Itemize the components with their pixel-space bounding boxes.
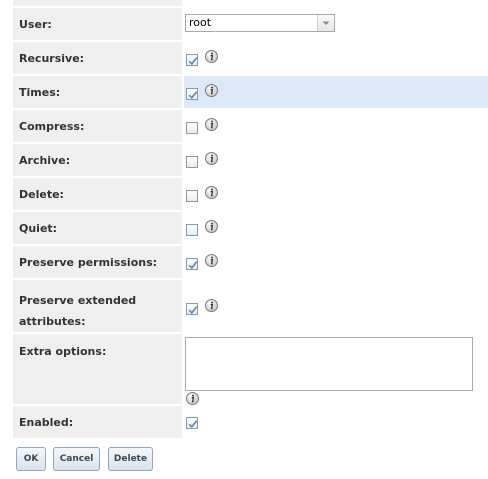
archive-label: Archive: bbox=[13, 144, 182, 176]
info-icon[interactable] bbox=[205, 252, 218, 267]
delete-label: Delete: bbox=[13, 178, 182, 210]
user-label: User: bbox=[13, 8, 182, 40]
preserve-permissions-row: Preserve permissions: bbox=[13, 246, 488, 278]
recursive-row: Recursive: bbox=[13, 42, 488, 74]
extra-options-label: Extra options: bbox=[13, 334, 182, 404]
times-label: Times: bbox=[13, 76, 182, 108]
enabled-row: Enabled: bbox=[13, 406, 488, 438]
extra-options-textarea[interactable] bbox=[185, 337, 473, 391]
cancel-button[interactable]: Cancel bbox=[53, 447, 100, 471]
times-value-cell bbox=[184, 76, 488, 108]
preserve-extended-attributes-checkbox[interactable] bbox=[186, 303, 198, 315]
info-icon[interactable] bbox=[205, 150, 218, 165]
form-page: User: root Recursive: Times: Compress: A… bbox=[0, 0, 488, 479]
info-icon[interactable] bbox=[205, 184, 218, 199]
recursive-checkbox[interactable] bbox=[186, 54, 198, 66]
recursive-label: Recursive: bbox=[13, 42, 182, 74]
info-icon[interactable] bbox=[205, 48, 218, 63]
times-row: Times: bbox=[13, 76, 488, 108]
preserve-extended-attributes-label: Preserve extended attributes: bbox=[13, 280, 182, 332]
previous-row-fragment bbox=[13, 0, 182, 6]
delete-button[interactable]: Delete bbox=[108, 447, 153, 471]
times-checkbox[interactable] bbox=[186, 88, 198, 100]
preserve-permissions-label: Preserve permissions: bbox=[13, 246, 182, 278]
archive-checkbox[interactable] bbox=[186, 156, 198, 168]
preserve-extended-attributes-label-line2: attributes: bbox=[19, 315, 86, 328]
user-select[interactable]: root bbox=[185, 14, 335, 32]
compress-value-cell bbox=[184, 110, 488, 142]
delete-value-cell bbox=[184, 178, 488, 210]
enabled-checkbox[interactable] bbox=[186, 417, 198, 429]
delete-checkbox[interactable] bbox=[186, 190, 198, 202]
preserve-permissions-value-cell bbox=[184, 246, 488, 278]
chevron-down-icon[interactable] bbox=[317, 15, 334, 31]
user-value-cell: root bbox=[184, 8, 488, 40]
info-icon[interactable] bbox=[205, 116, 218, 131]
archive-value-cell bbox=[184, 144, 488, 176]
preserve-extended-attributes-row: Preserve extended attributes: bbox=[13, 280, 488, 332]
extra-options-value-cell bbox=[184, 334, 488, 405]
archive-row: Archive: bbox=[13, 144, 488, 176]
info-icon[interactable] bbox=[205, 218, 218, 233]
quiet-row: Quiet: bbox=[13, 212, 488, 244]
quiet-value-cell bbox=[184, 212, 488, 244]
enabled-label: Enabled: bbox=[13, 406, 182, 438]
info-icon[interactable] bbox=[186, 390, 199, 405]
ok-button[interactable]: OK bbox=[16, 447, 46, 471]
compress-label: Compress: bbox=[13, 110, 182, 142]
compress-checkbox[interactable] bbox=[186, 122, 198, 134]
info-icon[interactable] bbox=[205, 297, 218, 312]
preserve-permissions-checkbox[interactable] bbox=[186, 258, 198, 270]
preserve-extended-attributes-label-line1: Preserve extended bbox=[19, 294, 137, 307]
quiet-label: Quiet: bbox=[13, 212, 182, 244]
quiet-checkbox[interactable] bbox=[186, 224, 198, 236]
delete-row: Delete: bbox=[13, 178, 488, 210]
preserve-extended-attributes-value-cell bbox=[184, 280, 488, 332]
user-select-value: root bbox=[189, 16, 212, 29]
compress-row: Compress: bbox=[13, 110, 488, 142]
extra-options-row: Extra options: bbox=[13, 334, 488, 405]
recursive-value-cell bbox=[184, 42, 488, 74]
user-row: User: root bbox=[13, 8, 488, 40]
info-icon[interactable] bbox=[205, 82, 218, 97]
enabled-value-cell bbox=[184, 406, 488, 438]
